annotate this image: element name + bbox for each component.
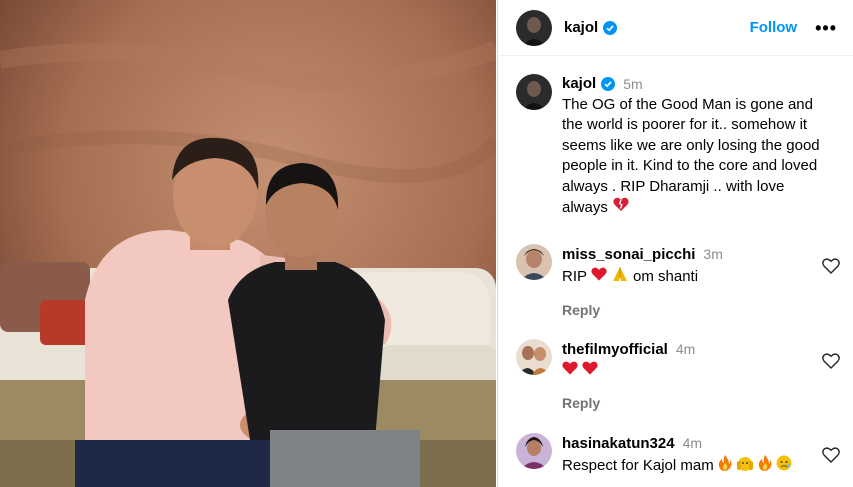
post-header: kajol Follow ••• [498, 0, 853, 56]
red-heart-emoji-icon [591, 267, 607, 285]
avatar[interactable] [516, 433, 552, 469]
fire-emoji-icon [718, 455, 732, 475]
avatar[interactable] [516, 244, 552, 280]
avatar[interactable] [516, 339, 552, 375]
photo-illustration [0, 0, 496, 487]
caption-line: The OG of the Good Man is gone and [562, 95, 813, 113]
post-author-username[interactable]: kajol [564, 19, 598, 36]
comment-text: Respect for Kajol mam [562, 455, 834, 475]
caption-line: always [562, 198, 608, 216]
crying-hands-emoji-icon [736, 455, 754, 475]
like-heart-icon[interactable] [822, 353, 840, 374]
like-heart-icon[interactable] [822, 447, 840, 468]
comment-text [562, 361, 834, 379]
caption-line: seems like we are only losing the good [562, 136, 820, 154]
red-heart-emoji-icon [562, 361, 578, 379]
post-photo[interactable] [0, 0, 496, 487]
crying-face-emoji-icon [776, 455, 792, 475]
comment: miss_sonai_picchi 3m RIP om shanti Reply [516, 244, 840, 318]
caption-line: people in it. Kind to the core and loved [562, 157, 818, 174]
avatar[interactable] [516, 9, 552, 46]
comment-text-part: RIP [562, 267, 588, 285]
fire-emoji-icon [758, 455, 772, 475]
comment-username[interactable]: thefilmyofficial [562, 341, 668, 358]
broken-heart-emoji-icon [613, 197, 629, 219]
verified-badge-icon [603, 20, 618, 35]
comment-text: RIP om shanti [562, 266, 834, 286]
comment-time: 3m [703, 246, 723, 262]
comment: hasinakatun324 4m Respect for Kajol mam [516, 433, 840, 475]
caption-line: always . RIP Dharamji .. with love [562, 177, 785, 195]
caption-body: kajol 5m The OG of the Good Man is gone … [562, 74, 820, 219]
folded-hands-emoji-icon [611, 266, 629, 286]
more-options-icon[interactable]: ••• [815, 19, 837, 37]
verified-badge-icon [601, 77, 616, 92]
post-caption: kajol 5m The OG of the Good Man is gone … [516, 74, 846, 219]
comment-username[interactable]: hasinakatun324 [562, 435, 675, 452]
reply-button[interactable]: Reply [562, 302, 834, 318]
caption-line: the world is poorer for it.. somehow it [562, 116, 808, 133]
post-side-panel: kajol Follow ••• kajol 5m The OG of the … [497, 0, 853, 487]
avatar[interactable] [516, 74, 552, 110]
comment-time: 4m [682, 435, 703, 451]
comment-username[interactable]: miss_sonai_picchi [562, 246, 695, 263]
comment-text-part: om shanti [633, 267, 699, 285]
reply-button[interactable]: Reply [562, 395, 834, 411]
like-heart-icon[interactable] [822, 258, 840, 279]
comment-time: 4m [675, 341, 696, 357]
comment: thefilmyofficial 4m Reply [516, 339, 840, 411]
red-heart-emoji-icon [582, 361, 598, 379]
caption-time: 5m [623, 76, 643, 92]
caption-username[interactable]: kajol [562, 74, 596, 95]
comment-text-part: Respect for Kajol mam [562, 456, 714, 474]
follow-button[interactable]: Follow [750, 19, 798, 36]
